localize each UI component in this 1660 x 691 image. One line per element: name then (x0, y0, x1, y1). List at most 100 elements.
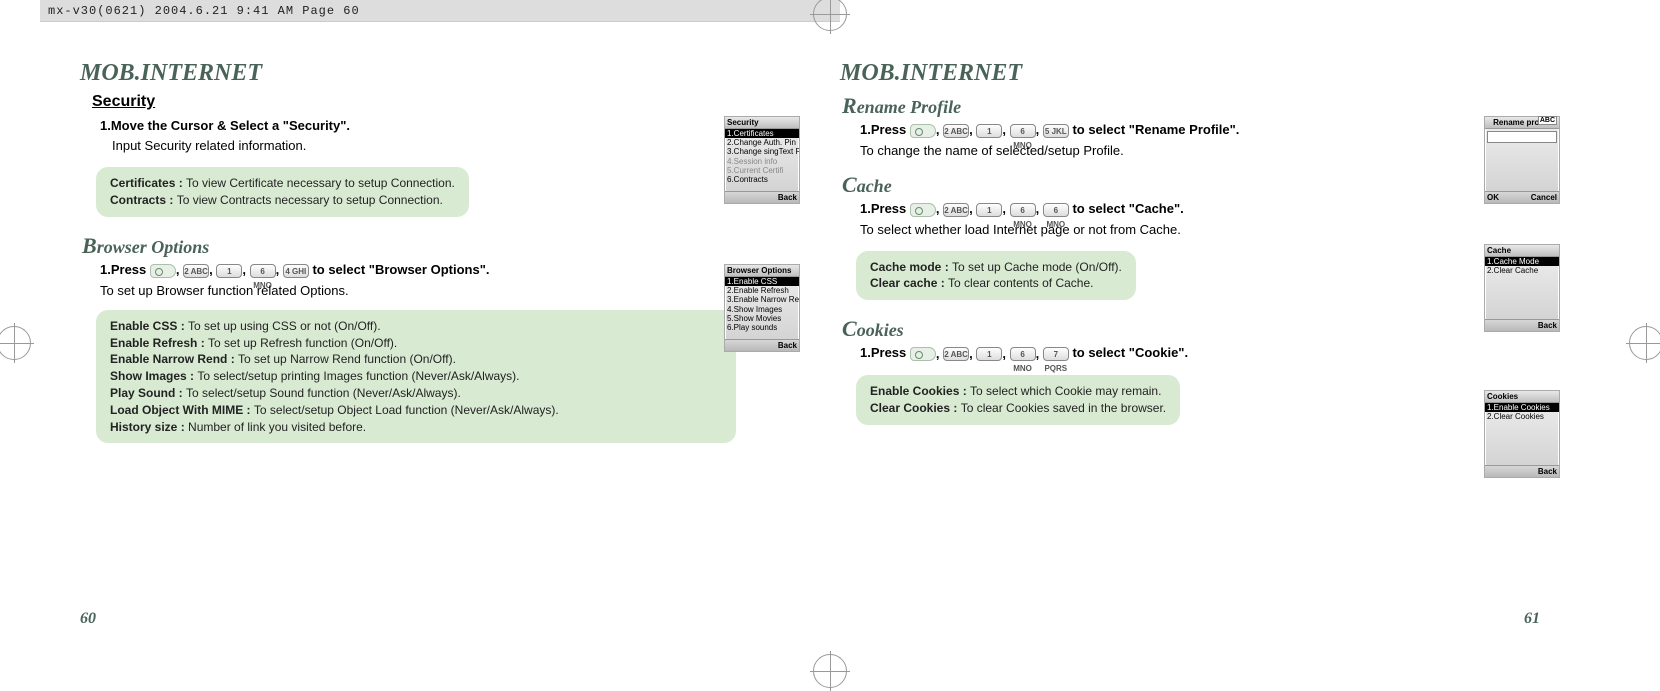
note-text: To clear Cookies saved in the browser. (961, 401, 1166, 415)
phone-menu-item: 2.Clear Cookies (1485, 412, 1559, 421)
note-text: To set up Refresh function (On/Off). (208, 336, 397, 350)
input-mode-badge: ABC (1538, 116, 1557, 125)
step-suffix: to select "Cookie". (1072, 345, 1188, 360)
phone-menu-item: 6.Contracts (725, 175, 799, 184)
keypad-key-icon: 2 ABC (943, 347, 969, 361)
keypad-key-icon: 5 JKL (1043, 124, 1069, 138)
key-sequence: , 2 ABC, 1, 6 MNO, 7 PQRS (910, 345, 1069, 363)
note-text: To view Contracts necessary to setup Con… (177, 193, 443, 207)
file-header: mx-v30(0621) 2004.6.21 9:41 AM Page 60 (40, 0, 840, 22)
note-label: Contracts : (110, 193, 177, 207)
softkey-icon (910, 347, 936, 361)
note-label: Enable CSS : (110, 319, 188, 333)
crop-mark-icon (810, 0, 850, 34)
page-number: 61 (1524, 610, 1540, 628)
crop-mark-icon (1626, 323, 1660, 363)
phone-text-input (1487, 131, 1557, 143)
browser-desc: To set up Browser function related Optio… (100, 282, 780, 300)
cookies-heading: Cookies (842, 316, 1540, 342)
softkey-icon (910, 124, 936, 138)
step-prefix: 1.Press (860, 122, 910, 137)
cache-heading: Cache (842, 172, 1540, 198)
note-text: To set up using CSS or not (On/Off). (188, 319, 381, 333)
keypad-key-icon: 6 MNO (1010, 203, 1036, 217)
phone-softkey-label: Back (1538, 467, 1557, 476)
keypad-key-icon: 6 MNO (1010, 124, 1036, 138)
note-label: Enable Refresh : (110, 336, 208, 350)
keypad-key-icon: 6 MNO (250, 264, 276, 278)
keypad-key-icon: 1 (216, 264, 242, 278)
note-label: Cache mode : (870, 260, 952, 274)
rename-desc: To change the name of selected/setup Pro… (860, 142, 1540, 160)
security-heading: Security (92, 93, 780, 111)
note-label: Enable Narrow Rend : (110, 352, 238, 366)
phone-menu-item: 1.Enable CSS (725, 277, 799, 286)
keypad-key-icon: 6 MNO (1010, 347, 1036, 361)
phone-footer: Back (725, 191, 799, 203)
security-desc: Input Security related information. (112, 137, 780, 155)
keypad-key-icon: 2 ABC (183, 264, 209, 278)
heading-initial: B (82, 233, 97, 258)
phone-menu-item: 6.Play sounds (725, 323, 799, 332)
phone-title: Rename profile ABC (1485, 117, 1559, 129)
note-text: To clear contents of Cache. (948, 276, 1093, 290)
phone-softkey-label: OK (1487, 193, 1499, 202)
phone-menu-item: 2.Enable Refresh (725, 286, 799, 295)
page-title: MOB.INTERNET (80, 60, 780, 87)
phone-title: Cache (1485, 245, 1559, 257)
keypad-key-icon: 1 (976, 124, 1002, 138)
heading-rest: ookies (857, 320, 904, 340)
phone-menu-item: 4.Show Images (725, 305, 799, 314)
heading-rest: ename Profile (857, 97, 961, 117)
security-step: 1.Move the Cursor & Select a "Security". (100, 117, 780, 135)
phone-footer: Back (1485, 319, 1559, 331)
note-label: History size : (110, 420, 188, 434)
keypad-key-icon: 2 ABC (943, 203, 969, 217)
page-61: MOB.INTERNET Rename Profile 1.Press , 2 … (840, 60, 1540, 600)
note-text: To select/setup Object Load function (Ne… (254, 403, 559, 417)
heading-initial: C (842, 316, 857, 341)
note-text: To set up Cache mode (On/Off). (952, 260, 1122, 274)
rename-step: 1.Press , 2 ABC, 1, 6 MNO, 5 JKL to sele… (860, 121, 1540, 140)
keypad-key-icon: 2 ABC (943, 124, 969, 138)
softkey-icon (910, 203, 936, 217)
note-label: Play Sound : (110, 386, 186, 400)
phone-footer: OK Cancel (1485, 191, 1559, 203)
phone-menu-item: 2.Clear Cache (1485, 266, 1559, 275)
phone-menu-item: 5.Current Certifi (725, 166, 799, 175)
phone-screen-cache: Cache 1.Cache Mode 2.Clear Cache Back (1484, 244, 1560, 332)
step-prefix: 1.Press (100, 262, 150, 277)
phone-softkey-label: Cancel (1531, 193, 1557, 202)
crop-mark-icon (810, 651, 850, 691)
phone-footer: Back (1485, 465, 1559, 477)
note-text: To select/setup printing Images function… (197, 369, 519, 383)
note-label: Enable Cookies : (870, 384, 970, 398)
step-suffix: to select "Rename Profile". (1072, 122, 1239, 137)
phone-title: Security (725, 117, 799, 129)
phone-screen-browser-options: Browser Options 1.Enable CSS 2.Enable Re… (724, 264, 800, 352)
phone-softkey-label: Back (778, 193, 797, 202)
note-label: Clear cache : (870, 276, 948, 290)
phone-menu-item: 3.Enable Narrow Rende (725, 295, 799, 304)
heading-initial: C (842, 172, 857, 197)
page-60: MOB.INTERNET Security 1.Move the Cursor … (80, 60, 780, 600)
page-number: 60 (80, 610, 96, 628)
key-sequence: , 2 ABC, 1, 6 MNO, 6 MNO (910, 200, 1069, 218)
step-prefix: 1.Press (860, 201, 910, 216)
note-text: To set up Narrow Rend function (On/Off). (238, 352, 456, 366)
phone-title: Cookies (1485, 391, 1559, 403)
phone-menu-item: 3.Change singText Pin (725, 147, 799, 156)
keypad-key-icon: 7 PQRS (1043, 347, 1069, 361)
browser-note: Enable CSS : To set up using CSS or not … (96, 310, 736, 444)
keypad-key-icon: 6 MNO (1043, 203, 1069, 217)
phone-menu-item: 1.Enable Cookies (1485, 403, 1559, 412)
keypad-key-icon: 1 (976, 347, 1002, 361)
note-text: To view Certificate necessary to setup C… (186, 176, 455, 190)
note-label: Clear Cookies : (870, 401, 961, 415)
note-text: To select which Cookie may remain. (970, 384, 1161, 398)
phone-menu-item: 1.Cache Mode (1485, 257, 1559, 266)
key-sequence: , 2 ABC, 1, 6 MNO, 5 JKL (910, 121, 1069, 139)
step-suffix: to select "Cache". (1072, 201, 1183, 216)
phone-menu-item: 4.Session info (725, 157, 799, 166)
phone-menu-item: 1.Certificates (725, 129, 799, 138)
